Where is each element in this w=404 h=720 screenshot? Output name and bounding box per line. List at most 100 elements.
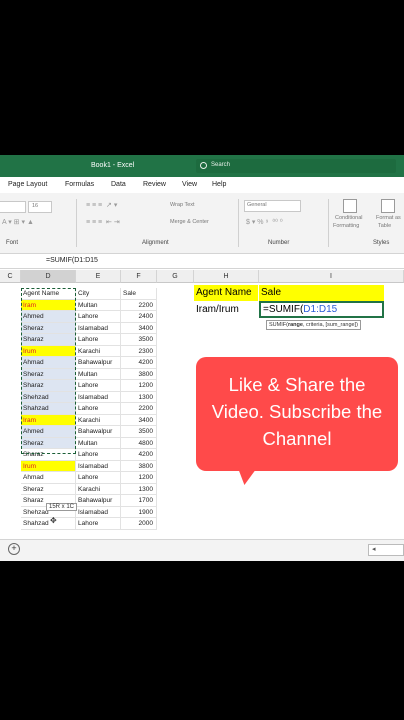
sale-cell[interactable]: 2300 (121, 345, 157, 357)
sale-cell[interactable]: 4200 (121, 357, 157, 369)
sale-cell[interactable]: 3800 (121, 368, 157, 380)
city-cell[interactable]: Islamabad (76, 322, 121, 334)
hint-function-name: SUMIF( (269, 322, 288, 328)
city-cell[interactable]: Multan (76, 437, 121, 449)
sale-cell[interactable]: 1200 (121, 380, 157, 392)
conditional-formatting-label-1[interactable]: Conditional (335, 215, 363, 221)
tab-help[interactable]: Help (212, 181, 226, 188)
city-cell[interactable]: Multan (76, 368, 121, 380)
font-size-value: 16 (32, 203, 39, 209)
tab-data[interactable]: Data (111, 181, 126, 188)
wrap-text-button[interactable]: Wrap Text (170, 202, 195, 208)
sale-cell[interactable]: 1900 (121, 506, 157, 518)
column-header-i[interactable]: I (259, 270, 404, 283)
sale-cell[interactable]: 1300 (121, 483, 157, 495)
city-cell[interactable]: Multan (76, 299, 121, 311)
formula-range-ref: D1:D15 (303, 304, 338, 315)
move-cursor-icon: ✥ (50, 516, 57, 525)
sale-cell[interactable]: 2200 (121, 299, 157, 311)
group-styles-label: Styles (373, 240, 390, 246)
column-header-c[interactable]: C (0, 270, 21, 283)
conditional-formatting-label-2[interactable]: Formatting (333, 223, 359, 229)
search-icon (200, 162, 207, 169)
format-as-table-label-1[interactable]: Format as (376, 215, 401, 221)
sale-cell[interactable]: 4800 (121, 437, 157, 449)
city-cell[interactable]: Karachi (76, 414, 121, 426)
criteria-agent-value[interactable]: Iram/Irum (196, 304, 239, 315)
city-cell[interactable]: Lahore (76, 472, 121, 484)
city-cell[interactable]: Karachi (76, 345, 121, 357)
tab-formulas[interactable]: Formulas (65, 181, 94, 188)
number-format-select[interactable]: General (244, 200, 301, 212)
number-format-value: General (247, 202, 267, 208)
criteria-sale-header[interactable]: Sale (259, 285, 384, 301)
tab-review[interactable]: Review (143, 181, 166, 188)
ribbon: 16 A ▾ ⊞ ▾ ▲ Font ≡ ≡ ≡ ↗ ▾ ≡ ≡ ≡ ⇤ ⇥ Wr… (0, 193, 404, 254)
sale-cell[interactable]: 2400 (121, 311, 157, 323)
city-cell[interactable]: Bahawalpur (76, 495, 121, 507)
column-header-f[interactable]: F (121, 270, 157, 283)
function-argument-hint: SUMIF(range, criteria, [sum_range]) (266, 320, 361, 330)
tab-view[interactable]: View (182, 181, 197, 188)
add-sheet-icon[interactable]: + (8, 543, 20, 555)
group-alignment-label: Alignment (142, 240, 169, 246)
scroll-left-icon[interactable]: ◂ (372, 545, 376, 553)
sale-cell[interactable]: 3400 (121, 322, 157, 334)
merge-center-button[interactable]: Merge & Center (170, 219, 209, 225)
header-cell-city[interactable]: City (76, 288, 121, 300)
align-icons-top[interactable]: ≡ ≡ ≡ ↗ ▾ (86, 201, 117, 209)
sale-cell[interactable]: 1300 (121, 391, 157, 403)
agent-name-cell[interactable]: Sheraz (21, 483, 76, 495)
city-cell[interactable]: Lahore (76, 518, 121, 530)
city-cell[interactable]: Bahawalpur (76, 426, 121, 438)
horizontal-scrollbar[interactable]: ◂ (368, 544, 404, 556)
city-cell[interactable]: Bahawalpur (76, 357, 121, 369)
font-name-box[interactable] (0, 201, 26, 213)
city-cell[interactable]: Lahore (76, 403, 121, 415)
agent-name-cell[interactable]: Shahzad (21, 518, 76, 530)
sale-cell[interactable]: 3800 (121, 460, 157, 472)
column-header-d[interactable]: D (21, 270, 76, 283)
header-cell-sale[interactable]: Sale (121, 288, 157, 300)
agent-name-cell[interactable]: Ahmad (21, 472, 76, 484)
sale-cell[interactable]: 3500 (121, 334, 157, 346)
conditional-formatting-icon[interactable] (343, 199, 357, 213)
sale-cell[interactable]: 1200 (121, 472, 157, 484)
sale-cell[interactable]: 3400 (121, 414, 157, 426)
column-header-g[interactable]: G (157, 270, 194, 283)
status-bar: + ◂ (0, 539, 404, 561)
city-cell[interactable]: Lahore (76, 334, 121, 346)
formula-prefix: =SUMIF( (263, 304, 304, 315)
city-cell[interactable]: Islamabad (76, 391, 121, 403)
city-cell[interactable]: Karachi (76, 483, 121, 495)
sale-cell[interactable]: 1700 (121, 495, 157, 507)
city-cell[interactable]: Islamabad (76, 506, 121, 518)
formula-bar[interactable]: =SUMIF(D1:D15 (0, 254, 404, 269)
font-size-box[interactable]: 16 (28, 201, 52, 213)
column-header-h[interactable]: H (194, 270, 259, 283)
number-format-icons[interactable]: $ ▾ % ⁹ ⁰⁰ ⁰ (246, 218, 283, 226)
sale-cell[interactable]: 4200 (121, 449, 157, 461)
city-cell[interactable]: Lahore (76, 311, 121, 323)
city-cell[interactable]: Islamabad (76, 460, 121, 472)
align-icons-bottom[interactable]: ≡ ≡ ≡ ⇤ ⇥ (86, 218, 120, 226)
sale-cell[interactable]: 2000 (121, 518, 157, 530)
group-font-label: Font (6, 240, 19, 246)
active-cell-formula[interactable]: =SUMIF(D1:D15 (259, 301, 384, 318)
format-as-table-icon[interactable] (381, 199, 395, 213)
sale-cell[interactable]: 2200 (121, 403, 157, 415)
selection-size-tooltip: 15R x 1C (46, 503, 78, 511)
font-color-icon[interactable]: A ▾ ⊞ ▾ ▲ (2, 218, 34, 226)
callout-tail (234, 467, 258, 485)
agent-name-cell[interactable]: Irum (21, 460, 76, 472)
tab-page-layout[interactable]: Page Layout (8, 181, 47, 188)
column-header-e[interactable]: E (76, 270, 121, 283)
sale-cell[interactable]: 3500 (121, 426, 157, 438)
formula-bar-value: =SUMIF(D1:D15 (46, 257, 98, 264)
city-cell[interactable]: Lahore (76, 380, 121, 392)
criteria-agent-header[interactable]: Agent Name (194, 285, 258, 301)
city-cell[interactable]: Lahore (76, 449, 121, 461)
format-as-table-label-2[interactable]: Table (378, 223, 391, 229)
search-box[interactable]: Search (196, 159, 396, 173)
hint-other-args: , criteria, [sum_range]) (302, 322, 358, 328)
